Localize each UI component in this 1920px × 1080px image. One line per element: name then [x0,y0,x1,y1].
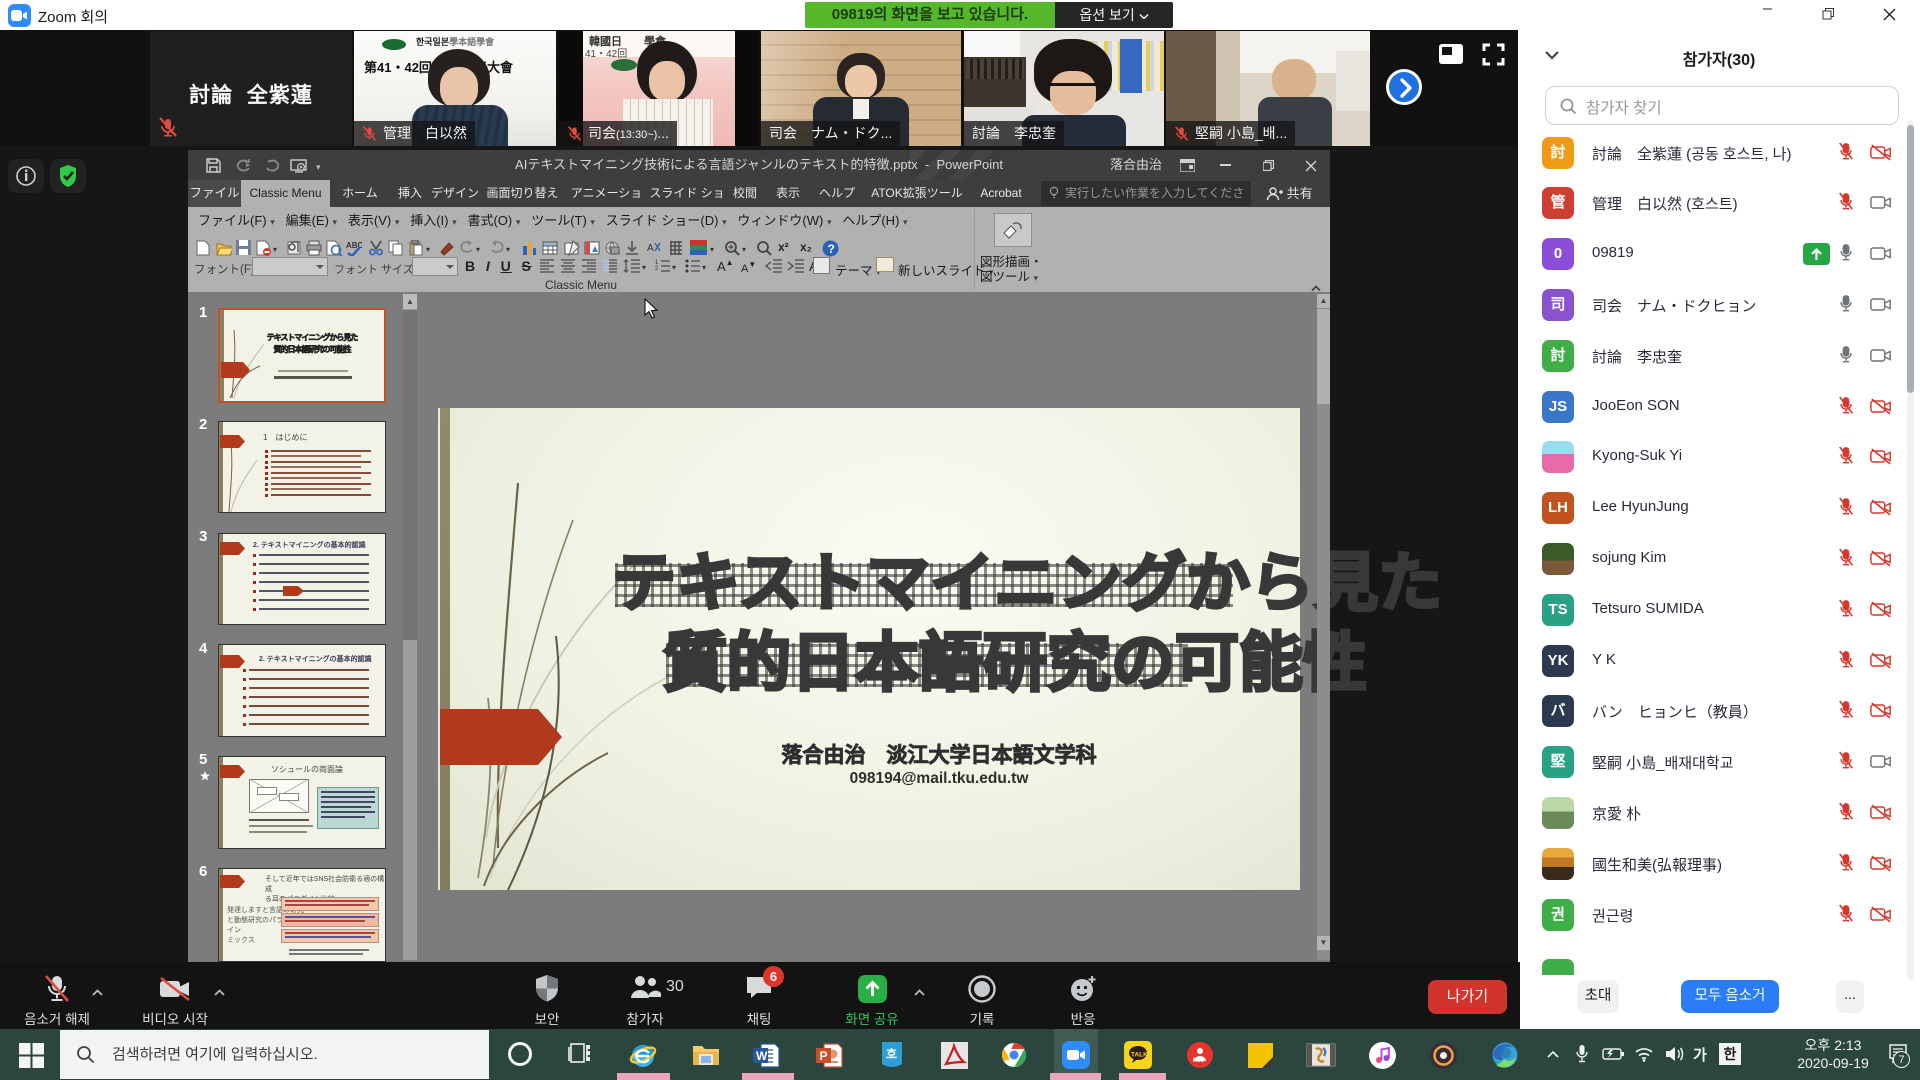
svg-text:W: W [756,1049,768,1063]
svg-text:2: 2 [655,266,659,272]
svg-text:P: P [820,1049,828,1063]
svg-text:A: A [647,243,654,254]
svg-text:Rec: Rec [1193,1058,1205,1064]
svg-text:TALK: TALK [1131,1052,1148,1059]
svg-text:호: 호 [886,1047,897,1061]
svg-text:?: ? [828,242,835,256]
